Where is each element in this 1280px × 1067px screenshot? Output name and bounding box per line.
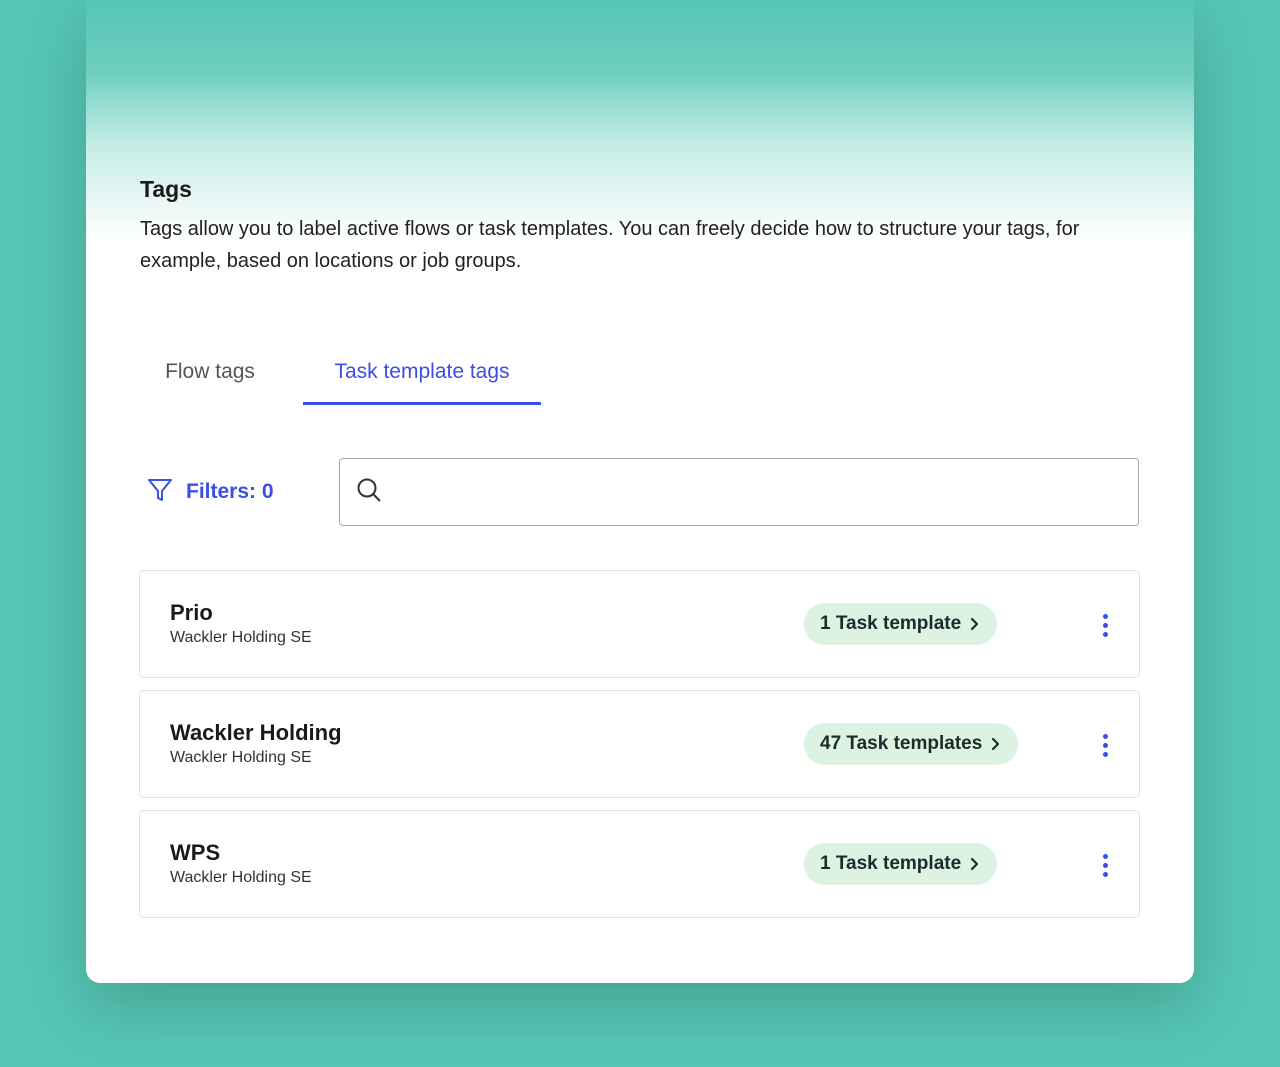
page-title: Tags — [140, 176, 192, 202]
more-vertical-icon[interactable] — [1091, 731, 1119, 759]
tags-card: Tags Tags allow you to label active flow… — [86, 0, 1194, 983]
chevron-right-icon — [971, 617, 979, 631]
filters-label: Filters: 0 — [186, 480, 274, 503]
tag-row[interactable]: Prio Wackler Holding SE 1 Task template — [139, 570, 1140, 678]
search-icon — [356, 477, 382, 508]
filter-icon — [146, 476, 174, 509]
tag-row[interactable]: WPS Wackler Holding SE 1 Task template — [139, 810, 1140, 918]
top-fade — [86, 0, 1194, 240]
search-input[interactable] — [396, 471, 1138, 513]
tab-flow-tags[interactable]: Flow tags — [140, 350, 280, 402]
task-template-count-label: 1 Task template — [820, 613, 962, 634]
tag-row[interactable]: Wackler Holding Wackler Holding SE 47 Ta… — [139, 690, 1140, 798]
tag-name: Wackler Holding — [170, 720, 342, 745]
task-template-count-button[interactable]: 1 Task template — [804, 843, 998, 885]
more-vertical-icon[interactable] — [1091, 851, 1119, 879]
tag-company: Wackler Holding SE — [170, 749, 312, 766]
tag-name: WPS — [170, 840, 221, 865]
task-template-count-label: 1 Task template — [820, 853, 962, 874]
tag-company: Wackler Holding SE — [170, 629, 312, 646]
more-vertical-icon[interactable] — [1091, 611, 1119, 639]
task-template-count-button[interactable]: 47 Task templates — [804, 723, 1019, 765]
tag-company: Wackler Holding SE — [170, 869, 312, 886]
filters-button[interactable]: Filters: 0 — [146, 474, 274, 510]
chevron-right-icon — [971, 857, 979, 871]
tab-task-template-tags[interactable]: Task template tags — [303, 350, 541, 405]
page-description: Tags allow you to label active flows or … — [140, 218, 1080, 272]
tag-name: Prio — [170, 600, 213, 625]
tab-bar: Flow tags Task template tags — [140, 350, 600, 405]
task-template-count-button[interactable]: 1 Task template — [804, 603, 998, 645]
task-template-count-label: 47 Task templates — [820, 733, 983, 754]
search-box[interactable] — [339, 458, 1139, 526]
chevron-right-icon — [992, 737, 1000, 751]
